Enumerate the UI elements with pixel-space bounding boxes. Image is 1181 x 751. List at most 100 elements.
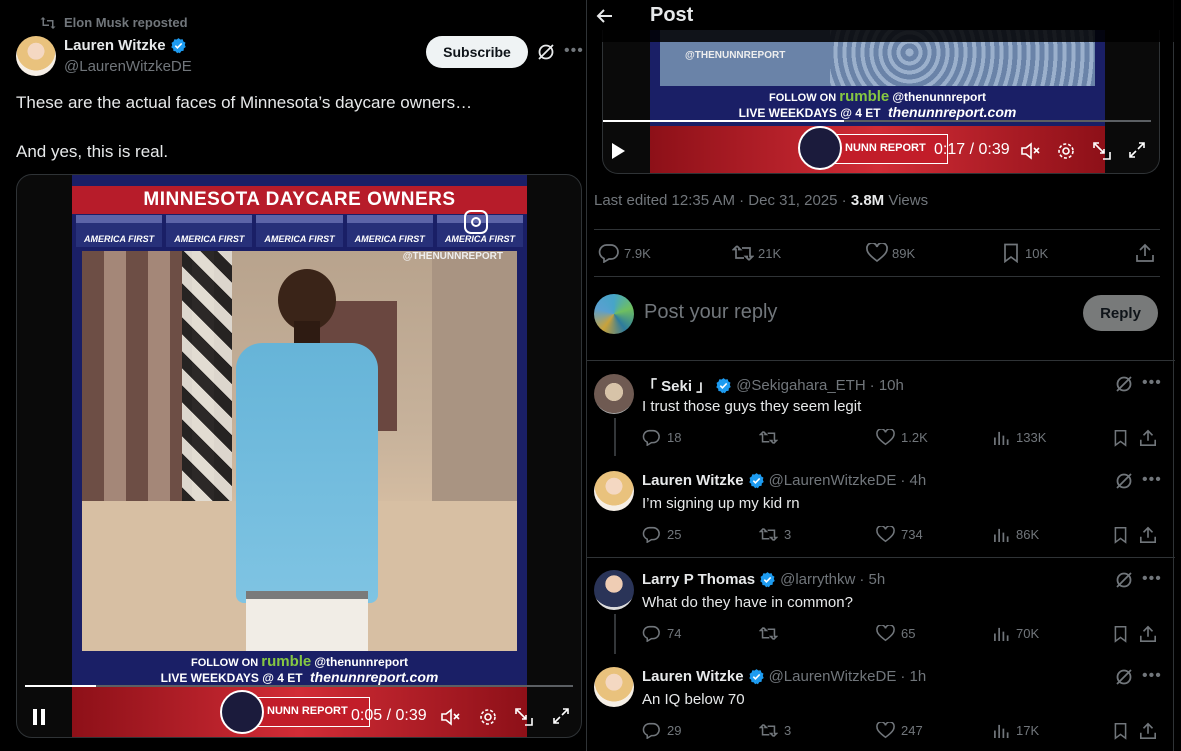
bookmark-icon[interactable] xyxy=(1112,526,1129,544)
popout-icon[interactable] xyxy=(514,707,534,727)
bookmark-icon[interactable] xyxy=(1112,722,1129,740)
reply-replies[interactable]: 18 xyxy=(642,429,681,446)
post-follow-line: FOLLOW ON rumble @thenunnreport xyxy=(650,88,1105,105)
more-options-icon[interactable]: ••• xyxy=(564,42,584,60)
video-progress-bar[interactable] xyxy=(25,685,573,687)
post-mute-icon[interactable] xyxy=(1021,142,1041,160)
author-avatar[interactable] xyxy=(16,36,56,76)
reply-author[interactable]: 「 Seki 」 @Sekigahara_ETH · 10h xyxy=(642,375,904,396)
video-progress-fill xyxy=(25,685,97,687)
post-popout-icon[interactable] xyxy=(1092,141,1112,161)
reply-likes[interactable]: 1.2K xyxy=(876,429,928,446)
tweet-video[interactable]: MINNESOTA DAYCARE OWNERS AMERICA FIRST A… xyxy=(16,174,582,738)
reply-views[interactable]: 70K xyxy=(993,625,1039,642)
reply-time: · 5h xyxy=(859,571,886,588)
live-text: LIVE WEEKDAYS @ 4 ET xyxy=(160,671,303,685)
pause-icon[interactable] xyxy=(31,708,47,726)
reply-author[interactable]: Larry P Thomas @larrythkw · 5h xyxy=(642,571,885,588)
reply-reposts-count: 3 xyxy=(784,527,792,542)
reply-text: I trust those guys they seem legit xyxy=(642,398,862,415)
reply-icon xyxy=(642,722,660,739)
reply-avatar[interactable] xyxy=(594,471,634,511)
tweet-text-line-2: And yes, this is real. xyxy=(16,142,169,161)
post-video-progress-fill xyxy=(603,120,845,122)
reply-text: An IQ below 70 xyxy=(642,691,745,708)
reply-icon xyxy=(642,526,660,543)
views-icon xyxy=(994,431,1009,446)
my-avatar[interactable] xyxy=(594,294,634,334)
reply-avatar[interactable] xyxy=(594,374,634,414)
bookmarks-stat[interactable]: 10K xyxy=(1001,243,1048,263)
reply-author-name: 「 Seki 」 xyxy=(642,378,712,395)
reply-likes[interactable]: 247 xyxy=(876,722,923,739)
post-fullscreen-icon[interactable] xyxy=(1128,141,1146,159)
repost-icon xyxy=(40,16,56,30)
more-options-icon[interactable]: ••• xyxy=(1142,570,1162,588)
more-options-icon[interactable]: ••• xyxy=(1142,471,1162,489)
replies-stat[interactable]: 7.9K xyxy=(598,243,651,263)
reply-handle: @Sekigahara_ETH xyxy=(736,377,866,394)
heart-icon xyxy=(876,625,895,642)
post-video[interactable]: @THENUNNREPORT FOLLOW ON rumble @thenunn… xyxy=(602,30,1160,174)
share-icon[interactable] xyxy=(1139,722,1157,740)
more-options-icon[interactable]: ••• xyxy=(1142,374,1162,392)
fullscreen-icon[interactable] xyxy=(552,707,570,725)
grok-icon[interactable] xyxy=(1115,375,1133,393)
subscribe-button[interactable]: Subscribe xyxy=(426,36,528,68)
reply-replies[interactable]: 25 xyxy=(642,526,681,543)
edited-timestamp[interactable]: Last edited 12:35 AM · Dec 31, 2025 · xyxy=(594,192,851,209)
share-icon[interactable] xyxy=(1139,625,1157,643)
reply-likes-count: 247 xyxy=(901,723,923,738)
verified-badge-icon xyxy=(748,472,765,489)
reply-replies[interactable]: 74 xyxy=(642,625,681,642)
heart-icon xyxy=(866,243,888,263)
reply-views[interactable]: 17K xyxy=(993,722,1039,739)
america-first-strip: AMERICA FIRST AMERICA FIRST AMERICA FIRS… xyxy=(72,215,527,247)
reply-avatar[interactable] xyxy=(594,667,634,707)
reply-views[interactable]: 86K xyxy=(993,526,1039,543)
reposted-tweet: Elon Musk reposted Lauren Witzke @Lauren… xyxy=(0,0,586,751)
author-handle[interactable]: @LaurenWitzkeDE xyxy=(64,58,192,75)
post-video-progress-bar[interactable] xyxy=(603,120,1151,122)
replies-count: 7.9K xyxy=(624,245,651,261)
reply-author[interactable]: Lauren Witzke @LaurenWitzkeDE · 4h xyxy=(642,472,926,489)
repost-context[interactable]: Elon Musk reposted xyxy=(40,15,188,30)
mute-icon[interactable] xyxy=(441,708,461,726)
video-banner-title: MINNESOTA DAYCARE OWNERS xyxy=(72,186,527,214)
back-arrow-icon[interactable] xyxy=(595,6,615,26)
reply-button[interactable]: Reply xyxy=(1083,295,1158,331)
author-name[interactable]: Lauren Witzke xyxy=(64,37,187,54)
share-icon[interactable] xyxy=(1135,243,1155,263)
reply-reposts[interactable]: 3 xyxy=(759,526,791,543)
grok-icon[interactable] xyxy=(1115,668,1133,686)
reply-author[interactable]: Lauren Witzke @LaurenWitzkeDE · 1h xyxy=(642,668,926,685)
reply-likes[interactable]: 734 xyxy=(876,526,923,543)
reply-input[interactable]: Post your reply xyxy=(644,301,777,324)
share-icon[interactable] xyxy=(1139,526,1157,544)
reply-replies[interactable]: 29 xyxy=(642,722,681,739)
likes-stat[interactable]: 89K xyxy=(866,243,915,263)
grok-icon[interactable] xyxy=(1115,571,1133,589)
reply-views[interactable]: 133K xyxy=(993,429,1046,446)
settings-gear-icon[interactable] xyxy=(478,707,498,727)
reply-avatar[interactable] xyxy=(594,570,634,610)
play-icon[interactable] xyxy=(610,142,626,160)
strip-label: AMERICA FIRST xyxy=(256,215,343,247)
reply-reposts[interactable] xyxy=(759,625,784,642)
share-icon[interactable] xyxy=(1139,429,1157,447)
reposts-stat[interactable]: 21K xyxy=(732,243,781,263)
post-site: thenunnreport.com xyxy=(887,104,1017,120)
reply-reposts[interactable] xyxy=(759,429,784,446)
strip-label: AMERICA FIRST xyxy=(76,215,163,247)
views-count: 3.8M xyxy=(850,192,885,209)
reply-likes[interactable]: 65 xyxy=(876,625,915,642)
bookmark-icon[interactable] xyxy=(1112,625,1129,643)
more-options-icon[interactable]: ••• xyxy=(1142,667,1162,685)
heart-icon xyxy=(876,722,895,739)
reply-reposts[interactable]: 3 xyxy=(759,722,791,739)
grok-icon[interactable] xyxy=(537,43,555,61)
reply-handle: @larrythkw xyxy=(780,571,856,588)
bookmark-icon[interactable] xyxy=(1112,429,1129,447)
post-settings-gear-icon[interactable] xyxy=(1056,141,1076,161)
grok-icon[interactable] xyxy=(1115,472,1133,490)
